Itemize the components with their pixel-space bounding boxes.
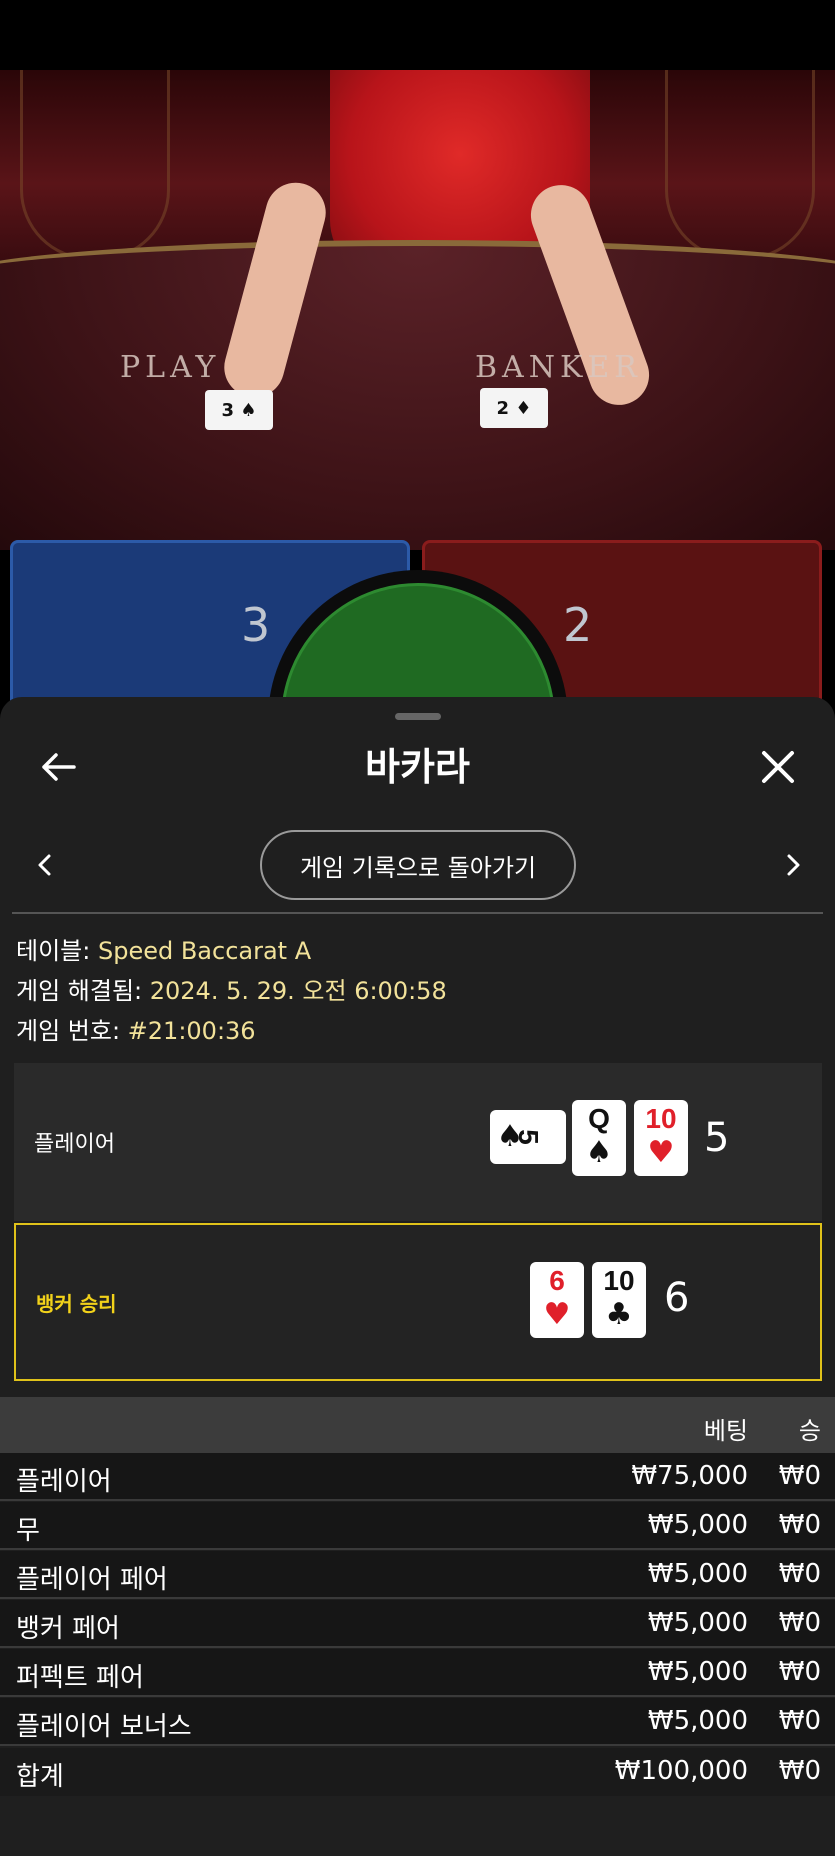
game-detail-sheet: 바카라 게임 기록으로 돌아가기 테이블: Speed Baccarat A 게… — [0, 697, 835, 1856]
player-hand-row: 플레이어 5 ♠ Q ♠ 10 ♥ 5 — [14, 1063, 822, 1221]
banker-hand-score: 6 — [664, 1275, 690, 1321]
player-card-3: 10 ♥ — [634, 1100, 688, 1176]
table-player-card: 3 ♠ — [205, 390, 273, 430]
player-hand-score: 5 — [704, 1115, 730, 1161]
banker-score: 2 — [563, 598, 593, 652]
bet-win: ₩0 — [778, 1657, 821, 1687]
card-suit: ♣ — [605, 1297, 633, 1332]
status-bar — [0, 0, 835, 70]
resolved-info-value: 2024. 5. 29. 오전 6:00:58 — [149, 977, 447, 1005]
player-card-2: Q ♠ — [572, 1100, 626, 1176]
chevron-left-icon — [38, 854, 51, 876]
sheet-drag-handle[interactable] — [395, 713, 441, 720]
back-to-history-button[interactable]: 게임 기록으로 돌아가기 — [260, 830, 576, 900]
resolved-info: 게임 해결됨: 2024. 5. 29. 오전 6:00:58 — [16, 971, 447, 1006]
bet-amount: ₩5,000 — [647, 1608, 748, 1638]
table-info-label: 테이블: — [16, 937, 98, 965]
bets-table-header: 베팅 승 — [0, 1397, 835, 1453]
card-rank: 10 — [603, 1265, 635, 1296]
scoreboard: 3 2 — [0, 540, 835, 870]
table-info: 테이블: Speed Baccarat A — [16, 931, 311, 966]
bet-win: ₩0 — [778, 1608, 821, 1638]
table-banker-label: BANKER — [475, 350, 642, 385]
bet-name: 플레이어 페어 — [16, 1565, 168, 1595]
bet-name: 플레이어 보너스 — [16, 1712, 192, 1742]
bet-win: ₩0 — [778, 1461, 821, 1491]
bet-amount: ₩5,000 — [647, 1559, 748, 1589]
bet-name: 퍼펙트 페어 — [16, 1663, 144, 1693]
game-number-value: #21:00:36 — [127, 1017, 256, 1045]
live-video-feed: PLAY BANKER 3 ♠ 2 ♦ — [0, 70, 835, 550]
bet-amount: ₩5,000 — [647, 1657, 748, 1687]
total-amount: ₩100,000 — [614, 1756, 748, 1786]
close-button[interactable] — [748, 737, 808, 797]
player-score: 3 — [241, 598, 271, 652]
table-row: 무 ₩5,000 ₩0 — [0, 1502, 835, 1550]
bet-amount: ₩5,000 — [647, 1510, 748, 1540]
banker-win-label: 뱅커 승리 — [36, 1291, 117, 1316]
card-rank: 10 — [645, 1103, 677, 1134]
table-row: 플레이어 페어 ₩5,000 ₩0 — [0, 1551, 835, 1599]
baccarat-table — [0, 240, 835, 550]
table-row: 뱅커 페어 ₩5,000 ₩0 — [0, 1600, 835, 1648]
banker-card-1: 6 ♥ — [530, 1262, 584, 1338]
bet-win: ₩0 — [778, 1706, 821, 1736]
close-icon — [762, 751, 794, 783]
bet-amount: ₩5,000 — [647, 1706, 748, 1736]
table-row: 퍼펙트 페어 ₩5,000 ₩0 — [0, 1649, 835, 1697]
card-rank: Q — [588, 1103, 610, 1134]
card-suit: ♥ — [543, 1297, 571, 1332]
resolved-info-label: 게임 해결됨: — [16, 977, 150, 1005]
divider — [12, 912, 823, 914]
table-info-value: Speed Baccarat A — [97, 937, 312, 965]
banker-card-2: 10 ♣ — [592, 1262, 646, 1338]
win-column-header: 승 — [798, 1417, 821, 1445]
table-row: 플레이어 보너스 ₩5,000 ₩0 — [0, 1698, 835, 1746]
table-row: 플레이어 ₩75,000 ₩0 — [0, 1453, 835, 1501]
bet-win: ₩0 — [778, 1559, 821, 1589]
bet-win: ₩0 — [778, 1510, 821, 1540]
bet-amount: ₩75,000 — [631, 1461, 748, 1491]
table-player-label: PLAY — [120, 350, 221, 385]
bet-name: 무 — [16, 1516, 40, 1546]
bet-name: 플레이어 — [16, 1467, 112, 1497]
total-row: 합계 ₩100,000 ₩0 — [0, 1748, 835, 1796]
next-game-button[interactable] — [774, 840, 814, 890]
bet-name: 뱅커 페어 — [16, 1614, 120, 1644]
chevron-right-icon — [787, 854, 800, 876]
bet-column-header: 베팅 — [703, 1417, 748, 1445]
total-win: ₩0 — [778, 1756, 821, 1786]
card-suit: ♥ — [647, 1135, 675, 1170]
total-label: 합계 — [16, 1762, 64, 1792]
table-banker-card: 2 ♦ — [480, 388, 548, 428]
prev-game-button[interactable] — [24, 840, 64, 890]
video-arch — [20, 70, 170, 260]
card-suit: ♠ — [585, 1135, 613, 1170]
card-suit: ♠ — [496, 1119, 524, 1154]
card-rank: 6 — [549, 1265, 565, 1296]
game-number-info: 게임 번호: #21:00:36 — [16, 1011, 256, 1046]
banker-hand-row: 뱅커 승리 6 ♥ 10 ♣ 6 — [14, 1223, 822, 1381]
video-arch — [665, 70, 815, 260]
panel-title: 바카라 — [365, 745, 470, 789]
player-hand-label: 플레이어 — [34, 1132, 115, 1157]
player-card-1: 5 ♠ — [490, 1110, 566, 1164]
game-number-label: 게임 번호: — [16, 1017, 128, 1045]
